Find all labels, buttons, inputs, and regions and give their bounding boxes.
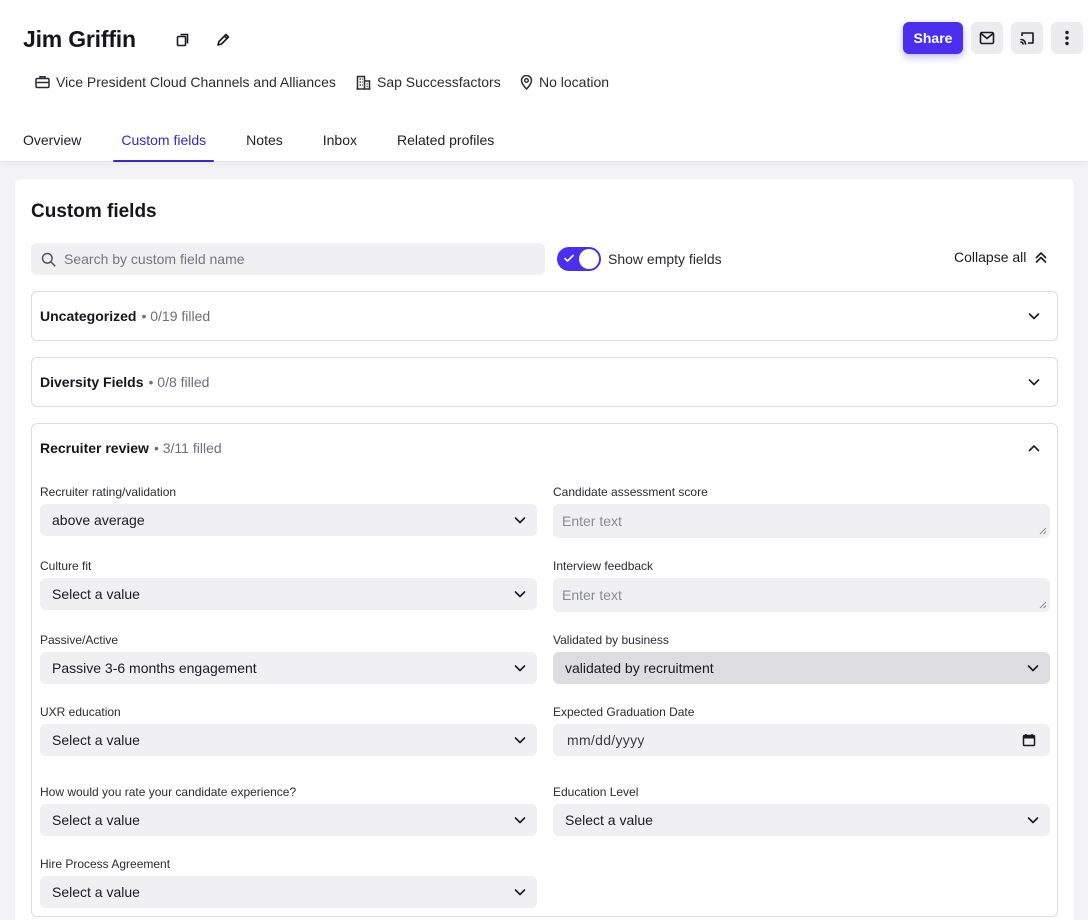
textarea-placeholder: Enter text: [562, 513, 622, 529]
chevron-down-icon: [514, 889, 526, 896]
toggle-knob: [579, 249, 599, 269]
section-name: Uncategorized: [40, 308, 137, 324]
section-header: Uncategorized • 0/19 filled: [40, 292, 210, 340]
interview-feedback-label: Interview feedback: [553, 559, 654, 573]
job-title: Vice President Cloud Channels and Allian…: [35, 73, 336, 91]
chevron-down-icon: [514, 737, 526, 744]
passive-active-select[interactable]: Passive 3-6 months engagement: [40, 652, 537, 684]
recruiter-rating-select[interactable]: above average: [40, 504, 537, 536]
calendar-icon[interactable]: [1022, 733, 1036, 747]
section-diversity-fields[interactable]: Diversity Fields • 0/8 filled: [31, 357, 1058, 407]
culture-fit-label: Culture fit: [40, 559, 92, 573]
section-header: Diversity Fields • 0/8 filled: [40, 358, 209, 406]
resize-handle-icon[interactable]: [1039, 601, 1047, 609]
resize-handle-icon[interactable]: [1039, 527, 1047, 535]
tab-related-profiles[interactable]: Related profiles: [397, 124, 494, 162]
section-count: • 0/19 filled: [141, 308, 211, 324]
chevron-down-icon[interactable]: [1027, 309, 1041, 323]
education-level-select[interactable]: Select a value: [553, 804, 1050, 836]
chevron-down-icon: [514, 591, 526, 598]
search-input[interactable]: [64, 251, 524, 267]
select-value: Passive 3-6 months engagement: [52, 660, 257, 676]
share-button[interactable]: Share: [903, 22, 963, 54]
select-value: Select a value: [565, 812, 653, 828]
tab-notes[interactable]: Notes: [246, 124, 283, 162]
select-value: Select a value: [52, 732, 140, 748]
textarea-placeholder: Enter text: [562, 587, 622, 603]
building-icon: [356, 75, 371, 90]
show-empty-label: Show empty fields: [608, 251, 722, 267]
tab-overview[interactable]: Overview: [23, 124, 81, 162]
custom-fields-title: Custom fields: [31, 201, 157, 222]
section-name: Recruiter review: [40, 440, 149, 456]
hire-process-agreement-label: Hire Process Agreement: [40, 857, 171, 871]
select-value: Select a value: [52, 884, 140, 900]
tab-inbox[interactable]: Inbox: [323, 124, 357, 162]
assessment-score-label: Candidate assessment score: [553, 485, 708, 499]
double-chevron-up-icon: [1036, 252, 1047, 263]
candidate-name: Jim Griffin: [23, 26, 136, 52]
section-name: Diversity Fields: [40, 374, 144, 390]
more-vertical-icon: [1065, 30, 1069, 46]
collapse-all-label: Collapse all: [954, 249, 1027, 265]
show-empty-toggle[interactable]: [557, 247, 601, 271]
select-value: Select a value: [52, 586, 140, 602]
email-button[interactable]: [971, 22, 1003, 54]
candidate-experience-select[interactable]: Select a value: [40, 804, 537, 836]
hire-process-agreement-select[interactable]: Select a value: [40, 876, 537, 908]
mail-icon: [979, 31, 995, 45]
briefcase-icon: [35, 76, 50, 89]
uxr-education-label: UXR education: [40, 705, 121, 719]
more-options-button[interactable]: [1051, 22, 1083, 54]
cast-button[interactable]: [1011, 22, 1043, 54]
chevron-down-icon[interactable]: [1027, 375, 1041, 389]
section-header[interactable]: Recruiter review • 3/11 filled: [40, 424, 222, 472]
section-uncategorized[interactable]: Uncategorized • 0/19 filled: [31, 291, 1058, 341]
uxr-education-select[interactable]: Select a value: [40, 724, 537, 756]
recruiter-rating-label: Recruiter rating/validation: [40, 485, 177, 499]
search-icon: [41, 252, 56, 267]
chevron-down-icon: [514, 517, 526, 524]
passive-active-label: Passive/Active: [40, 633, 119, 647]
copy-icon[interactable]: [173, 30, 193, 50]
chevron-down-icon: [514, 665, 526, 672]
edit-pencil-icon[interactable]: [213, 30, 233, 50]
custom-field-search: [31, 243, 545, 275]
culture-fit-select[interactable]: Select a value: [40, 578, 537, 610]
job-title-text: Vice President Cloud Channels and Allian…: [56, 74, 336, 90]
check-icon: [564, 254, 574, 262]
section-count: • 0/8 filled: [148, 374, 210, 390]
assessment-score-textarea[interactable]: Enter text: [553, 504, 1050, 538]
graduation-date-input[interactable]: mm/dd/yyyy: [553, 724, 1050, 756]
date-placeholder: mm/dd/yyyy: [567, 732, 645, 748]
profile-header: Jim Griffin Share Vice President Cloud C…: [0, 0, 1088, 162]
chevron-up-icon[interactable]: [1027, 441, 1041, 455]
graduation-date-label: Expected Graduation Date: [553, 705, 695, 719]
validated-by-business-label: Validated by business: [553, 633, 669, 647]
chevron-down-icon: [514, 817, 526, 824]
company: Sap Successfactors: [356, 73, 501, 91]
collapse-all-button[interactable]: Collapse all: [954, 249, 1048, 265]
chevron-down-icon: [1027, 665, 1039, 672]
chevron-down-icon: [1027, 817, 1039, 824]
select-value: Select a value: [52, 812, 140, 828]
interview-feedback-textarea[interactable]: Enter text: [553, 578, 1050, 612]
location: No location: [520, 73, 609, 91]
candidate-experience-label: How would you rate your candidate experi…: [40, 785, 297, 799]
cast-icon: [1020, 32, 1034, 45]
location-pin-icon: [520, 74, 533, 90]
section-recruiter-review: Recruiter review • 3/11 filled Recruiter…: [31, 423, 1058, 917]
select-value: validated by recruitment: [565, 660, 714, 676]
section-count: • 3/11 filled: [153, 440, 222, 456]
location-text: No location: [539, 74, 610, 90]
select-value: above average: [52, 512, 145, 528]
custom-fields-card: Custom fields Show empty fields Collapse…: [15, 179, 1074, 920]
profile-tabs: Overview Custom fields Notes Inbox Relat…: [23, 124, 534, 162]
education-level-label: Education Level: [553, 785, 639, 799]
validated-by-business-select[interactable]: validated by recruitment: [553, 652, 1050, 684]
tab-custom-fields[interactable]: Custom fields: [113, 124, 214, 162]
company-text: Sap Successfactors: [377, 74, 501, 90]
